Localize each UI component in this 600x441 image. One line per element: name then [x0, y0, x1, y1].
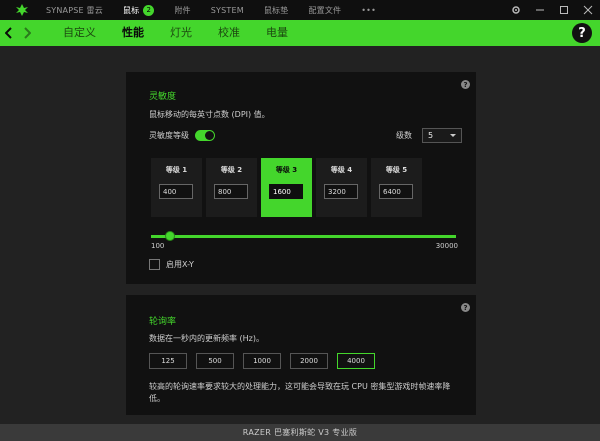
- tab-lighting[interactable]: 灯光: [157, 20, 205, 46]
- dpi-stage-5[interactable]: 等级 5 6400: [371, 158, 422, 217]
- dpi-stage-input[interactable]: 1600: [269, 184, 303, 199]
- polling-rate-2000[interactable]: 2000: [290, 353, 328, 369]
- dpi-stage-label: 等级 2: [220, 166, 243, 174]
- dpi-stage-4[interactable]: 等级 4 3200: [316, 158, 367, 217]
- polling-rate-4000[interactable]: 4000: [337, 353, 375, 369]
- enable-xy-label: 启用X-Y: [166, 260, 194, 269]
- forward-arrow-icon[interactable]: [18, 20, 36, 46]
- polling-rate-125[interactable]: 125: [149, 353, 187, 369]
- dpi-stage-1[interactable]: 等级 1 400: [151, 158, 202, 217]
- dpi-stage-input[interactable]: 800: [214, 184, 248, 199]
- gear-icon[interactable]: [504, 0, 528, 20]
- polling-rate-1000[interactable]: 1000: [243, 353, 281, 369]
- dpi-stage-label: 等级 3: [275, 166, 298, 174]
- sensitivity-panel: ? 灵敏度 鼠标移动的每英寸点数 (DPI) 值。 灵敏度等级 级数 5 等级 …: [126, 72, 476, 284]
- sub-nav: 自定义 性能 灯光 校准 电量 ?: [0, 20, 600, 46]
- dpi-slider[interactable]: [151, 231, 456, 241]
- stage-count-label: 级数: [396, 131, 412, 140]
- sensitivity-stages-toggle[interactable]: [195, 130, 215, 141]
- info-icon[interactable]: ?: [461, 80, 470, 89]
- top-nav-synapse[interactable]: SYNAPSE 雷云: [36, 0, 113, 20]
- tab-calibration[interactable]: 校准: [205, 20, 253, 46]
- chevron-down-icon: [450, 134, 456, 137]
- enable-xy-checkbox[interactable]: [149, 259, 160, 270]
- sensitivity-title: 灵敏度: [149, 92, 177, 102]
- tab-customize[interactable]: 自定义: [50, 20, 109, 46]
- stage-count-row: 级数 5: [396, 128, 462, 143]
- maximize-icon[interactable]: [552, 0, 576, 20]
- razer-synapse-window: SYNAPSE 雷云 鼠标 2 附件 SYSTEM 鼠标垫 配置文件 ••• 自…: [0, 0, 600, 441]
- top-nav-mouse[interactable]: 鼠标 2: [113, 0, 164, 20]
- dpi-stage-label: 等级 1: [165, 166, 188, 174]
- dpi-stages: 等级 1 400 等级 2 800 等级 3 1600 等级 4 3200 等级…: [151, 158, 426, 217]
- sub-tabs: 自定义 性能 灯光 校准 电量: [50, 20, 301, 46]
- polling-rate-description: 数据在一秒内的更新频率 (Hz)。: [149, 334, 264, 343]
- stage-count-value: 5: [428, 131, 434, 140]
- toggle-knob: [205, 131, 214, 140]
- dpi-slider-thumb[interactable]: [165, 231, 175, 241]
- stage-count-select[interactable]: 5: [422, 128, 462, 143]
- dpi-stage-3[interactable]: 等级 3 1600: [261, 158, 312, 217]
- top-nav: SYNAPSE 雷云 鼠标 2 附件 SYSTEM 鼠标垫 配置文件 •••: [36, 0, 386, 20]
- tab-performance[interactable]: 性能: [109, 20, 157, 46]
- title-bar: SYNAPSE 雷云 鼠标 2 附件 SYSTEM 鼠标垫 配置文件 •••: [0, 0, 600, 20]
- top-nav-accessories[interactable]: 附件: [164, 0, 200, 20]
- polling-rate-panel: ? 轮询率 数据在一秒内的更新频率 (Hz)。 125 500 1000 200…: [126, 295, 476, 415]
- info-icon[interactable]: ?: [461, 303, 470, 312]
- top-nav-profiles[interactable]: 配置文件: [298, 0, 351, 20]
- dpi-stage-2[interactable]: 等级 2 800: [206, 158, 257, 217]
- help-button[interactable]: ?: [572, 23, 592, 43]
- polling-rate-options: 125 500 1000 2000 4000: [149, 353, 384, 369]
- sensitivity-stages-row: 灵敏度等级: [149, 130, 215, 141]
- sensitivity-description: 鼠标移动的每英寸点数 (DPI) 值。: [149, 110, 270, 119]
- device-name-footer: RAZER 巴塞利斯蛇 V3 专业版: [0, 424, 600, 441]
- dpi-stage-label: 等级 5: [385, 166, 408, 174]
- window-controls: [504, 0, 600, 20]
- back-arrow-icon[interactable]: [0, 20, 18, 46]
- top-nav-mousepad[interactable]: 鼠标垫: [254, 0, 299, 20]
- dpi-slider-max: 30000: [435, 242, 458, 250]
- device-count-badge: 2: [143, 4, 155, 16]
- dpi-stage-input[interactable]: 400: [159, 184, 193, 199]
- tab-power[interactable]: 电量: [253, 20, 301, 46]
- top-nav-system[interactable]: SYSTEM: [201, 0, 254, 20]
- top-nav-more[interactable]: •••: [351, 0, 386, 20]
- sensitivity-stages-label: 灵敏度等级: [149, 131, 189, 140]
- minimize-icon[interactable]: [528, 0, 552, 20]
- polling-rate-500[interactable]: 500: [196, 353, 234, 369]
- dpi-stage-input[interactable]: 3200: [324, 184, 358, 199]
- polling-rate-title: 轮询率: [149, 317, 177, 327]
- razer-logo-icon[interactable]: [12, 0, 32, 20]
- polling-rate-note: 较高的轮询速率要求较大的处理能力，这可能会导致在玩 CPU 密集型游戏时帧速率降…: [149, 382, 451, 403]
- dpi-stage-input[interactable]: 6400: [379, 184, 413, 199]
- dpi-stage-label: 等级 4: [330, 166, 353, 174]
- dpi-slider-min: 100: [151, 242, 165, 250]
- close-icon[interactable]: [576, 0, 600, 20]
- enable-xy-row: 启用X-Y: [149, 259, 194, 270]
